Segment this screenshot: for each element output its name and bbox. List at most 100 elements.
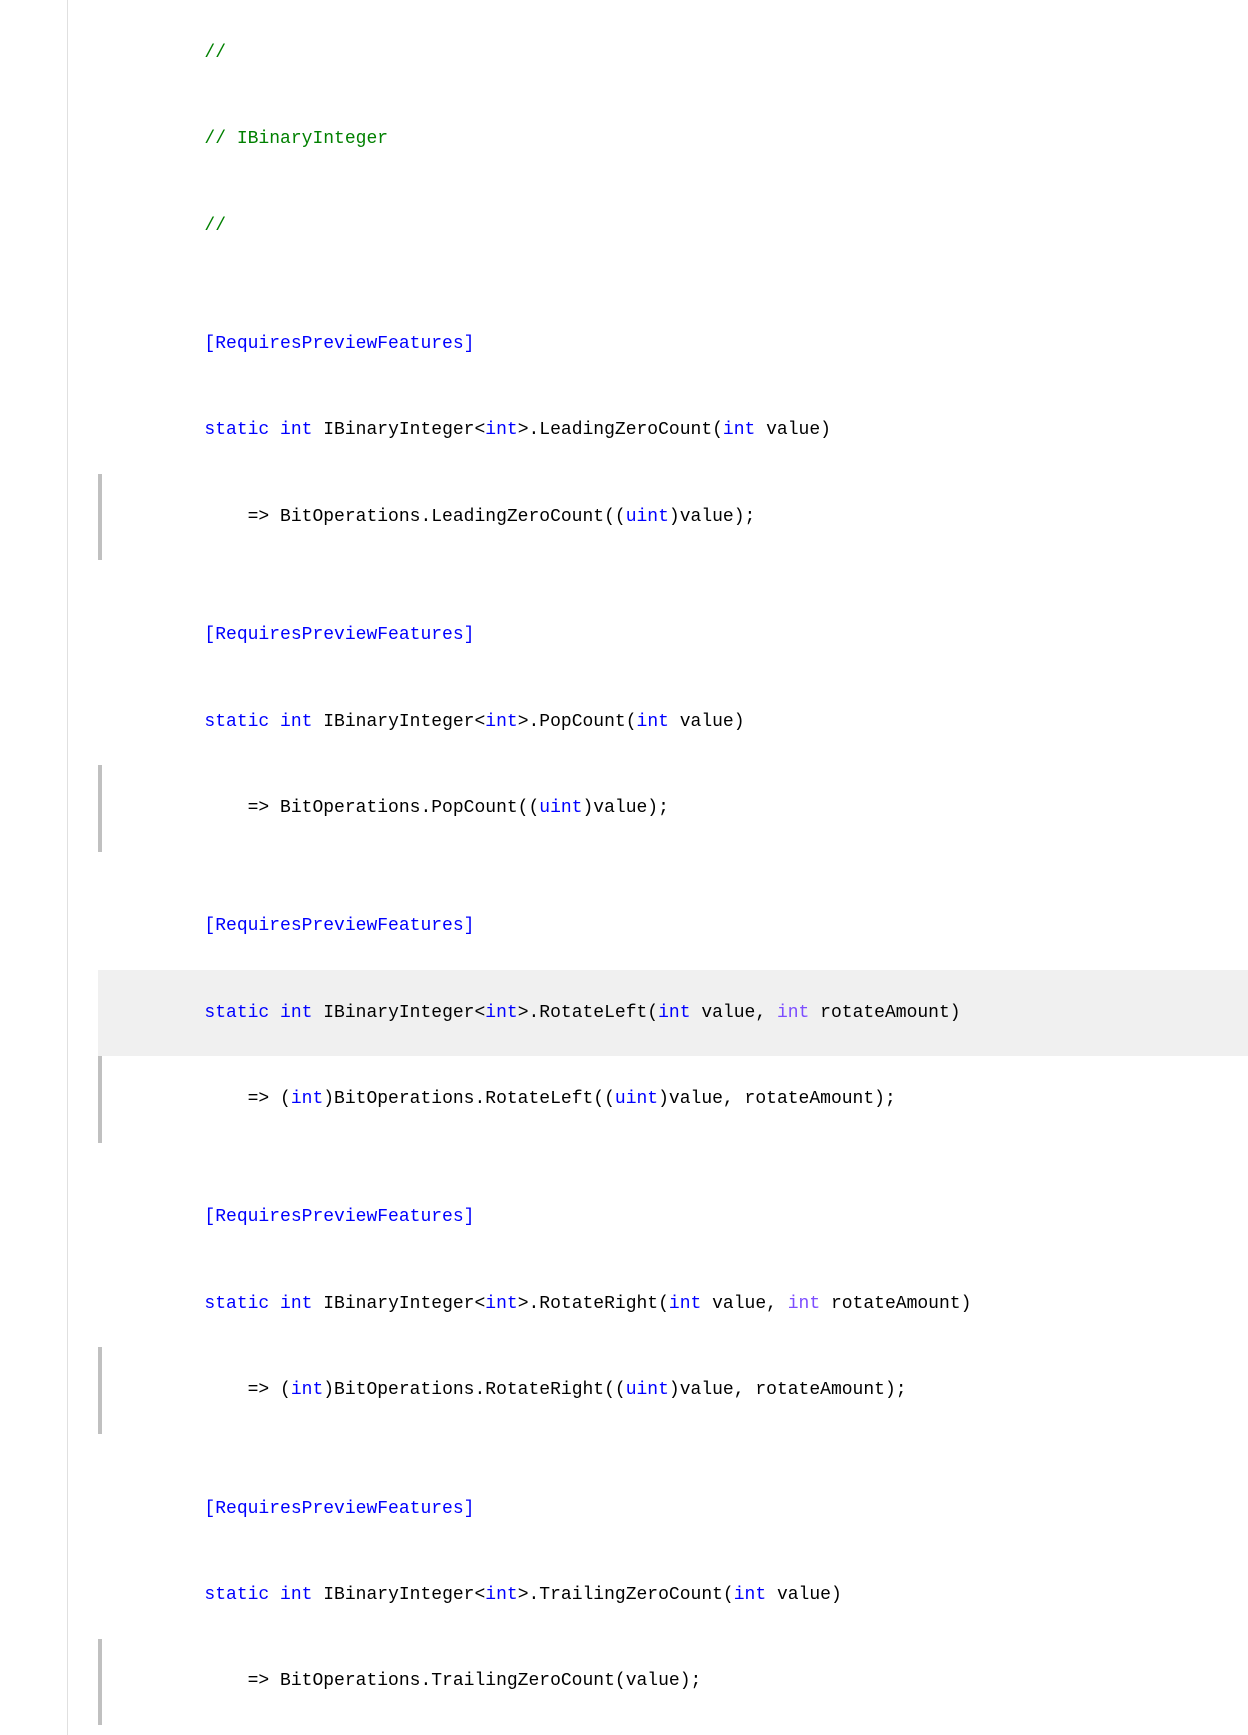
keyword: int xyxy=(723,420,755,440)
keyword: uint xyxy=(615,1089,658,1109)
code-line: => (int)BitOperations.RotateRight((uint)… xyxy=(98,1347,1248,1433)
keyword: static xyxy=(204,712,269,732)
line-bar xyxy=(98,1056,102,1142)
attribute-text: [RequiresPreviewFeatures] xyxy=(204,625,474,645)
line-bar xyxy=(98,1175,102,1261)
code-text: => ( xyxy=(204,1089,290,1109)
code-line: => (int)BitOperations.RotateLeft((uint)v… xyxy=(98,1056,1248,1142)
empty-line xyxy=(98,1434,1248,1466)
code-line: [RequiresPreviewFeatures] xyxy=(98,1175,1248,1261)
line-bar xyxy=(98,592,102,678)
keyword: int xyxy=(280,1585,312,1605)
code-text: => ( xyxy=(204,1380,290,1400)
line-content: [RequiresPreviewFeatures] xyxy=(118,884,1248,970)
line-bar xyxy=(98,183,102,269)
keyword: uint xyxy=(626,507,669,527)
keyword: int xyxy=(658,1003,690,1023)
code-line: => BitOperations.LeadingZeroCount((uint)… xyxy=(98,474,1248,560)
line-bar xyxy=(98,1466,102,1552)
attribute-text: [RequiresPreviewFeatures] xyxy=(204,1207,474,1227)
line-content: // IBinaryInteger xyxy=(118,96,1248,182)
keyword: static xyxy=(204,1003,269,1023)
line-content: => (int)BitOperations.RotateRight((uint)… xyxy=(118,1347,1248,1433)
keyword: int xyxy=(734,1585,766,1605)
keyword: int xyxy=(280,712,312,732)
line-number-gutter xyxy=(0,0,68,1735)
line-bar xyxy=(98,970,102,1056)
keyword: int xyxy=(485,1294,517,1314)
attribute-text: [RequiresPreviewFeatures] xyxy=(204,916,474,936)
empty-line xyxy=(98,852,1248,884)
attribute-text: [RequiresPreviewFeatures] xyxy=(204,334,474,354)
keyword: int xyxy=(291,1089,323,1109)
line-content: [RequiresPreviewFeatures] xyxy=(118,1175,1248,1261)
code-line-highlighted: static int IBinaryInteger<int>.RotateLef… xyxy=(98,970,1248,1056)
line-content: // xyxy=(118,183,1248,269)
keyword: int xyxy=(280,420,312,440)
code-text: => BitOperations.TrailingZeroCount(value… xyxy=(204,1671,701,1691)
line-content: => (int)BitOperations.RotateLeft((uint)v… xyxy=(118,1056,1248,1142)
line-bar xyxy=(98,388,102,474)
line-bar xyxy=(98,884,102,970)
line-content: [RequiresPreviewFeatures] xyxy=(118,1466,1248,1552)
line-bar xyxy=(98,765,102,851)
code-area[interactable]: // // IBinaryInteger // [RequiresPreview… xyxy=(68,0,1248,1735)
code-line: [RequiresPreviewFeatures] xyxy=(98,301,1248,387)
code-line: static int IBinaryInteger<int>.TrailingZ… xyxy=(98,1552,1248,1638)
line-bar xyxy=(98,1261,102,1347)
line-content: => BitOperations.TrailingZeroCount(value… xyxy=(118,1639,1248,1725)
empty-line xyxy=(98,560,1248,592)
keyword: static xyxy=(204,1294,269,1314)
code-container: // // IBinaryInteger // [RequiresPreview… xyxy=(0,0,1248,1735)
attribute-text: [RequiresPreviewFeatures] xyxy=(204,1499,474,1519)
line-content: [RequiresPreviewFeatures] xyxy=(118,301,1248,387)
comment-text: // IBinaryInteger xyxy=(204,129,388,149)
code-text: => BitOperations.PopCount(( xyxy=(204,798,539,818)
line-bar xyxy=(98,1347,102,1433)
line-bar xyxy=(98,301,102,387)
line-content: static int IBinaryInteger<int>.RotateRig… xyxy=(118,1261,1248,1347)
code-line: static int IBinaryInteger<int>.LeadingZe… xyxy=(98,388,1248,474)
keyword: int xyxy=(291,1380,323,1400)
empty-line xyxy=(98,269,1248,301)
code-line: // IBinaryInteger xyxy=(98,96,1248,182)
keyword: uint xyxy=(626,1380,669,1400)
line-bar xyxy=(98,474,102,560)
code-line: [RequiresPreviewFeatures] xyxy=(98,884,1248,970)
line-bar xyxy=(98,1639,102,1725)
code-line: [RequiresPreviewFeatures] xyxy=(98,592,1248,678)
comment-text: // xyxy=(204,216,226,236)
line-content: static int IBinaryInteger<int>.RotateLef… xyxy=(118,970,1248,1056)
line-content: static int IBinaryInteger<int>.TrailingZ… xyxy=(118,1552,1248,1638)
code-line: => BitOperations.PopCount((uint)value); xyxy=(98,765,1248,851)
code-line: // xyxy=(98,183,1248,269)
line-bar xyxy=(98,1552,102,1638)
code-line: static int IBinaryInteger<int>.PopCount(… xyxy=(98,679,1248,765)
keyword: static xyxy=(204,420,269,440)
keyword: int xyxy=(485,420,517,440)
keyword: int xyxy=(777,1003,809,1023)
comment-text: // xyxy=(204,43,226,63)
code-line: // xyxy=(98,10,1248,96)
keyword: int xyxy=(280,1294,312,1314)
code-line: static int IBinaryInteger<int>.RotateRig… xyxy=(98,1261,1248,1347)
code-line: => BitOperations.TrailingZeroCount(value… xyxy=(98,1639,1248,1725)
line-content: => BitOperations.PopCount((uint)value); xyxy=(118,765,1248,851)
line-content: // xyxy=(118,10,1248,96)
empty-line xyxy=(98,1143,1248,1175)
line-bar xyxy=(98,679,102,765)
line-content: static int IBinaryInteger<int>.LeadingZe… xyxy=(118,388,1248,474)
code-text: => BitOperations.LeadingZeroCount(( xyxy=(204,507,625,527)
keyword: int xyxy=(669,1294,701,1314)
keyword: int xyxy=(485,712,517,732)
line-bar xyxy=(98,96,102,182)
line-content: static int IBinaryInteger<int>.PopCount(… xyxy=(118,679,1248,765)
keyword: static xyxy=(204,1585,269,1605)
keyword: uint xyxy=(539,798,582,818)
keyword: int xyxy=(485,1585,517,1605)
keyword: int xyxy=(788,1294,820,1314)
keyword: int xyxy=(637,712,669,732)
line-content: [RequiresPreviewFeatures] xyxy=(118,592,1248,678)
line-bar xyxy=(98,10,102,96)
code-line: [RequiresPreviewFeatures] xyxy=(98,1466,1248,1552)
